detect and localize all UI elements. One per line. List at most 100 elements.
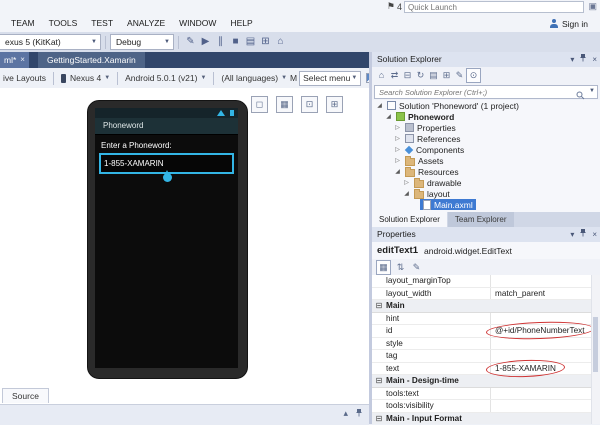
switch-views-icon[interactable]: ⇄ bbox=[388, 68, 401, 83]
select-menu-combo[interactable]: Select menu ▼ bbox=[299, 71, 361, 86]
tree-item-assets[interactable]: ▷Assets bbox=[372, 155, 600, 166]
property-section-main-input-format[interactable]: ⊟Main - Input Format bbox=[372, 413, 592, 425]
notifications-area[interactable]: ⚑ 4 bbox=[387, 1, 402, 12]
property-section-main-design-time[interactable]: ⊟Main - Design-time bbox=[372, 375, 592, 388]
sdk-manager-icon[interactable]: ⊞ bbox=[258, 33, 273, 51]
device-log-icon[interactable]: ▤ bbox=[243, 33, 258, 51]
tree-item-phoneword[interactable]: ◢Phoneword bbox=[372, 111, 600, 122]
references-icon bbox=[405, 134, 414, 143]
property-pages-icon[interactable]: ✎ bbox=[410, 260, 423, 275]
menu-item-test[interactable]: TEST bbox=[84, 15, 120, 32]
window-menu-icon[interactable]: ▣ bbox=[588, 1, 597, 12]
tree-item-main-axml[interactable]: Main.axml bbox=[372, 199, 600, 210]
pin-icon[interactable] bbox=[579, 52, 587, 67]
menu-item-tools[interactable]: TOOLS bbox=[42, 15, 85, 32]
menu-item-analyze[interactable]: ANALYZE bbox=[120, 15, 172, 32]
tree-item-references[interactable]: ▷References bbox=[372, 133, 600, 144]
property-value-field[interactable] bbox=[490, 388, 592, 400]
sign-in-area[interactable]: Sign in bbox=[550, 15, 588, 32]
close-icon[interactable]: × bbox=[592, 227, 597, 242]
device-combo[interactable]: exus 5 (KitKat) ▼ bbox=[0, 34, 101, 50]
stop-icon[interactable]: ■ bbox=[228, 33, 243, 51]
property-value-field[interactable]: 1-855-XAMARIN bbox=[490, 363, 592, 375]
tab-team-explorer[interactable]: Team Explorer bbox=[448, 212, 514, 227]
config-combo[interactable]: Debug ▼ bbox=[110, 34, 174, 50]
expander-icon[interactable]: ◢ bbox=[402, 190, 411, 197]
property-value-field[interactable] bbox=[490, 400, 592, 412]
android-screen[interactable]: Phoneword Enter a Phoneword: 1-855-XAMAR… bbox=[95, 108, 238, 368]
chevron-down-icon[interactable]: ▼ bbox=[589, 88, 595, 94]
expander-icon[interactable]: ◢ bbox=[384, 113, 393, 120]
expander-icon[interactable]: ▷ bbox=[393, 135, 402, 142]
device-selector[interactable]: Nexus 4 ▼ bbox=[58, 73, 113, 83]
properties-scrollbar[interactable] bbox=[591, 275, 600, 424]
chevron-down-icon[interactable]: ▾ bbox=[570, 227, 574, 242]
selection-handle[interactable] bbox=[163, 173, 172, 182]
collapse-icon[interactable]: ⊟ bbox=[372, 414, 386, 423]
alphabetical-icon[interactable]: ⇅ bbox=[394, 260, 407, 275]
refresh-icon[interactable]: ↻ bbox=[414, 68, 427, 83]
sync-icon[interactable]: ⊙ bbox=[466, 68, 481, 83]
property-value-field[interactable]: @+id/PhoneNumberText bbox=[490, 325, 592, 337]
tree-item-components[interactable]: ▷Components bbox=[372, 144, 600, 155]
home-icon[interactable]: ⌂ bbox=[375, 68, 388, 83]
quick-launch-input[interactable] bbox=[404, 1, 584, 13]
show-all-files-icon[interactable]: ▤ bbox=[427, 68, 440, 83]
pin-icon[interactable] bbox=[355, 408, 363, 419]
selection-mode-icon[interactable]: ◻ bbox=[251, 96, 268, 113]
collapse-all-icon[interactable]: ⊟ bbox=[401, 68, 414, 83]
pause-icon[interactable]: ∥ bbox=[213, 33, 228, 51]
close-icon[interactable]: × bbox=[20, 52, 25, 68]
expander-icon[interactable]: ▷ bbox=[393, 157, 402, 164]
property-value-field[interactable] bbox=[490, 313, 592, 325]
solution-explorer-header[interactable]: Solution Explorer ▾ × bbox=[372, 52, 600, 67]
inspect-icon[interactable]: ✎ bbox=[183, 33, 198, 51]
properties-header[interactable]: Properties ▾ × bbox=[372, 227, 600, 242]
designer-canvas[interactable]: ◻ ▦ ⊡ ⊞ Phoneword Enter a Phoneword: 1-855-… bbox=[0, 88, 369, 404]
expander-icon[interactable]: ▷ bbox=[393, 146, 402, 153]
grid-mode-icon[interactable]: ▦ bbox=[276, 96, 293, 113]
tree-item-layout[interactable]: ◢layout bbox=[372, 188, 600, 199]
tab-gettingstarted[interactable]: GettingStarted.Xamarin bbox=[38, 52, 145, 68]
property-value-field[interactable] bbox=[490, 275, 592, 287]
language-selector[interactable]: (All languages) ▼ bbox=[218, 73, 290, 83]
pin-icon[interactable] bbox=[579, 227, 587, 242]
phoneword-label[interactable]: Enter a Phoneword: bbox=[101, 141, 238, 150]
device-manager-icon[interactable]: ⌂ bbox=[273, 33, 288, 51]
categorized-icon[interactable]: ▦ bbox=[376, 260, 391, 275]
menu-item-window[interactable]: WINDOW bbox=[172, 15, 223, 32]
property-value-field[interactable] bbox=[490, 350, 592, 362]
property-value-field[interactable]: match_parent bbox=[490, 288, 592, 300]
tab-source[interactable]: Source bbox=[2, 388, 49, 403]
solution-search-input[interactable] bbox=[377, 86, 566, 99]
tab-main-axml[interactable]: ml* × bbox=[0, 52, 29, 68]
android-version-selector[interactable]: Android 5.0.1 (v21) ▼ bbox=[122, 73, 209, 83]
zoom-actual-icon[interactable]: ⊞ bbox=[326, 96, 343, 113]
collapse-icon[interactable]: ⊟ bbox=[372, 376, 386, 385]
alternative-layouts-button[interactable]: ive Layouts bbox=[0, 73, 49, 83]
preview-icon[interactable]: ✎ bbox=[453, 68, 466, 83]
scrollbar-thumb[interactable] bbox=[593, 317, 598, 372]
tree-item-drawable[interactable]: ▷drawable bbox=[372, 177, 600, 188]
expander-icon[interactable]: ▷ bbox=[402, 179, 411, 186]
property-value-field[interactable] bbox=[490, 338, 592, 350]
bottom-panel-bar[interactable]: ▴ bbox=[0, 404, 369, 425]
menu-item-help[interactable]: HELP bbox=[223, 15, 259, 32]
expand-panel-icon[interactable]: ▴ bbox=[343, 408, 348, 419]
properties-icon[interactable]: ⊞ bbox=[440, 68, 453, 83]
property-section-main[interactable]: ⊟Main bbox=[372, 300, 592, 313]
collapse-icon[interactable]: ⊟ bbox=[372, 301, 386, 310]
tree-item-resources[interactable]: ◢Resources bbox=[372, 166, 600, 177]
chevron-down-icon[interactable]: ▾ bbox=[570, 52, 574, 67]
expander-icon[interactable]: ◢ bbox=[393, 168, 402, 175]
expander-icon[interactable]: ▷ bbox=[393, 124, 402, 131]
tree-item-solution-phoneword-1-project[interactable]: ◢Solution 'Phoneword' (1 project) bbox=[372, 100, 600, 111]
start-icon[interactable]: ▶ bbox=[198, 33, 213, 51]
phone-number-edittext[interactable]: 1-855-XAMARIN bbox=[99, 153, 234, 174]
expander-icon[interactable]: ◢ bbox=[375, 102, 384, 109]
tab-solution-explorer[interactable]: Solution Explorer bbox=[372, 212, 447, 227]
close-icon[interactable]: × bbox=[592, 52, 597, 67]
tree-item-properties[interactable]: ▷Properties bbox=[372, 122, 600, 133]
menu-item-team[interactable]: TEAM bbox=[4, 15, 42, 32]
zoom-fit-icon[interactable]: ⊡ bbox=[301, 96, 318, 113]
